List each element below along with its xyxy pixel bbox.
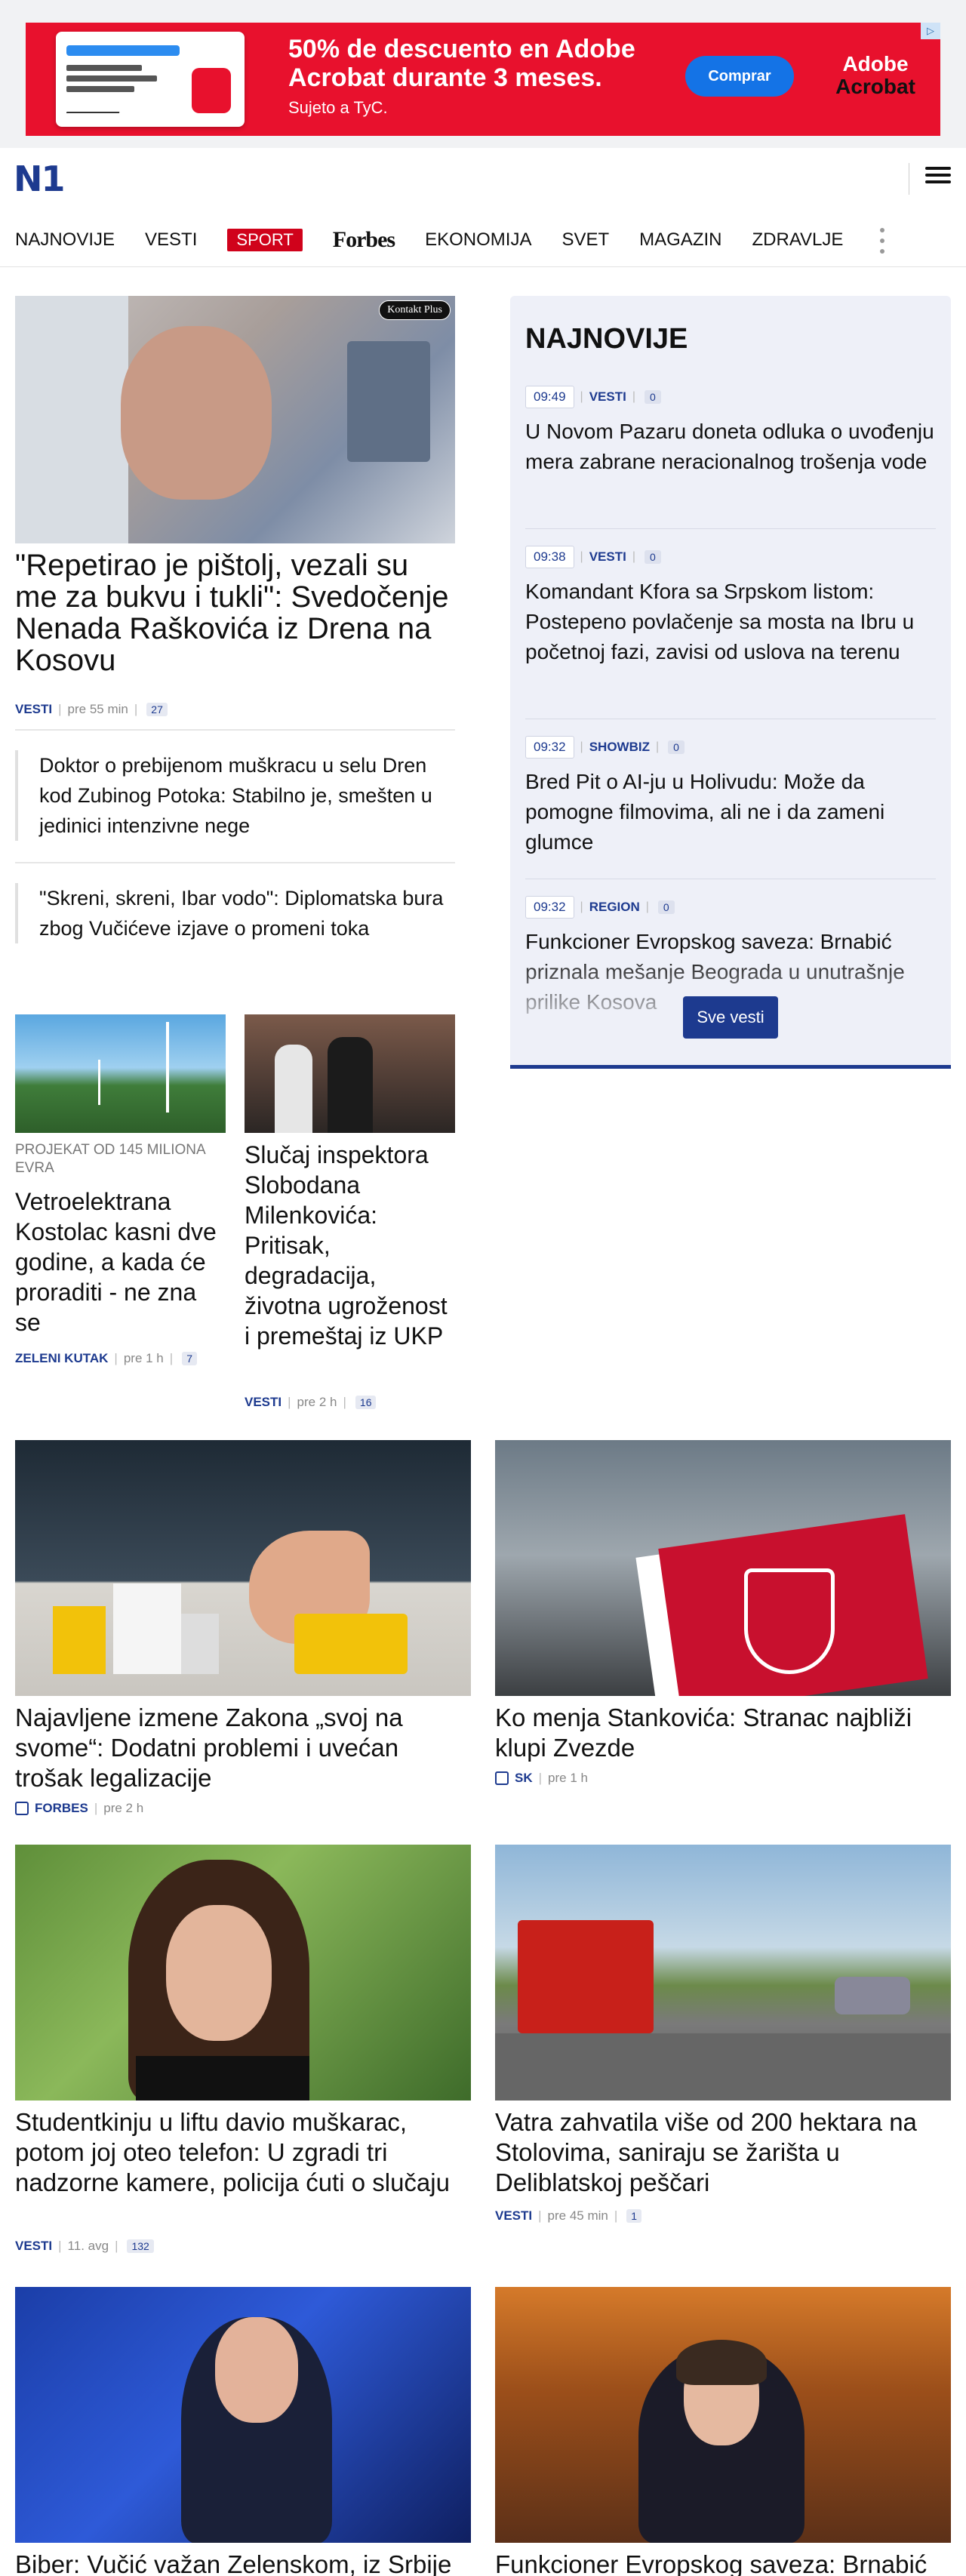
- grid-category[interactable]: VESTI: [15, 2239, 52, 2254]
- grid-time: pre 45 min: [547, 2208, 608, 2223]
- grid-image-interview[interactable]: [15, 2287, 471, 2543]
- ad-brand-line2: Acrobat: [835, 75, 915, 98]
- grid-image-student[interactable]: [15, 1845, 471, 2101]
- external-link-icon: [15, 1802, 29, 1815]
- lead-category[interactable]: VESTI: [15, 702, 52, 717]
- image-source-badge: Kontakt Plus: [379, 300, 451, 320]
- divider: [15, 862, 455, 863]
- related-story-1[interactable]: Doktor o prebijenom muškracu u selu Dren…: [15, 750, 455, 841]
- ad-document-illustration: [56, 32, 245, 127]
- grid-time: 11. avg: [67, 2239, 109, 2253]
- ad-brand-line1: Adobe: [842, 52, 909, 75]
- grid-image-flag[interactable]: [495, 1440, 951, 1696]
- comment-count-badge[interactable]: 0: [657, 900, 675, 914]
- divider: [15, 729, 455, 731]
- site-logo[interactable]: N1: [14, 158, 66, 199]
- grid-meta: FORBES | pre 2 h: [15, 1801, 143, 1816]
- vertical-dots-icon[interactable]: [880, 228, 886, 254]
- card-image-windfarm[interactable]: [15, 1014, 226, 1133]
- nav-item-magazin[interactable]: MAGAZIN: [639, 229, 721, 251]
- latest-time: 09:49: [525, 386, 574, 408]
- grid-title[interactable]: Studentkinju u liftu davio muškarac, pot…: [15, 2107, 471, 2198]
- external-link-icon: [495, 1771, 509, 1785]
- hamburger-icon[interactable]: [925, 163, 951, 190]
- grid-image-firetruck[interactable]: [495, 1845, 951, 2101]
- latest-time: 09:32: [525, 736, 574, 759]
- latest-item[interactable]: 09:49 | VESTI | 0 U Novom Pazaru doneta …: [525, 383, 936, 477]
- card-meta: ZELENI KUTAK | pre 1 h | 7: [15, 1351, 197, 1366]
- card-image-arrest[interactable]: [245, 1014, 455, 1133]
- grid-category[interactable]: FORBES: [35, 1801, 88, 1816]
- grid-title[interactable]: Vatra zahvatila više od 200 hektara na S…: [495, 2107, 951, 2198]
- ad-brand-logo: Adobe Acrobat: [823, 53, 928, 98]
- latest-category[interactable]: REGION: [589, 900, 640, 915]
- grid-image-parliament[interactable]: [495, 2287, 951, 2543]
- nav-item-sport[interactable]: SPORT: [227, 228, 303, 251]
- grid-category[interactable]: SK: [515, 1771, 533, 1786]
- latest-title[interactable]: Komandant Kfora sa Srpskom listom: Poste…: [525, 577, 936, 667]
- comment-count-badge[interactable]: 0: [668, 740, 685, 754]
- comment-count-badge[interactable]: 16: [355, 1396, 377, 1409]
- comment-count-badge[interactable]: 0: [644, 550, 661, 564]
- grid-title[interactable]: Funkcioner Evropskog saveza: Brnabić: [495, 2550, 951, 2576]
- lead-time: pre 55 min: [67, 702, 128, 716]
- latest-item[interactable]: 09:32 | SHOWBIZ | 0 Bred Pit o AI-ju u H…: [525, 734, 936, 857]
- grid-time: pre 1 h: [548, 1771, 588, 1785]
- nav-item-vesti[interactable]: VESTI: [145, 229, 197, 251]
- latest-item[interactable]: 09:38 | VESTI | 0 Komandant Kfora sa Srp…: [525, 543, 936, 667]
- comment-count-badge[interactable]: 27: [146, 703, 168, 716]
- card-time: pre 2 h: [297, 1395, 337, 1409]
- latest-category[interactable]: VESTI: [589, 389, 626, 405]
- grid-meta: VESTI | 11. avg | 132: [15, 2239, 154, 2254]
- card-time: pre 1 h: [123, 1351, 164, 1365]
- grid-category[interactable]: VESTI: [495, 2208, 532, 2224]
- latest-title[interactable]: U Novom Pazaru doneta odluka o uvođenju …: [525, 417, 936, 477]
- card-meta: VESTI | pre 2 h | 16: [245, 1395, 377, 1410]
- card-category[interactable]: VESTI: [245, 1395, 281, 1410]
- ad-choices-icon[interactable]: ▷: [921, 23, 940, 39]
- grid-title[interactable]: Biber: Vučić važan Zelenskom, iz Srbije: [15, 2550, 471, 2576]
- nav-item-svet[interactable]: SVET: [561, 229, 609, 251]
- comment-count-badge[interactable]: 7: [182, 1352, 197, 1365]
- grid-time: pre 2 h: [103, 1801, 144, 1815]
- latest-category[interactable]: VESTI: [589, 549, 626, 565]
- latest-news-panel: NAJNOVIJE 09:49 | VESTI | 0 U Novom Paza…: [510, 296, 951, 1069]
- comment-count-badge[interactable]: 1: [626, 2209, 642, 2223]
- card-title[interactable]: Vetroelektrana Kostolac kasni dve godine…: [15, 1186, 219, 1337]
- nav-item-najnovije[interactable]: NAJNOVIJE: [15, 229, 115, 251]
- nav-item-forbes[interactable]: Forbes: [333, 227, 395, 253]
- card-category[interactable]: ZELENI KUTAK: [15, 1351, 108, 1366]
- latest-category[interactable]: SHOWBIZ: [589, 740, 650, 755]
- grid-meta: VESTI | pre 45 min | 1: [495, 2208, 642, 2224]
- latest-time: 09:38: [525, 546, 574, 568]
- grid-title[interactable]: Ko menja Stankovića: Stranac najbliži kl…: [495, 1703, 951, 1763]
- related-story-2[interactable]: "Skreni, skreni, Ibar vodo": Diplomatska…: [15, 883, 455, 943]
- grid-title[interactable]: Najavljene izmene Zakona „svoj na svome“…: [15, 1703, 471, 1793]
- grid-meta: SK | pre 1 h: [495, 1771, 588, 1786]
- ad-headline: 50% de descuento en Adobe Acrobat durant…: [288, 35, 635, 92]
- card-kicker: PROJEKAT OD 145 MILIONA EVRA: [15, 1142, 205, 1176]
- latest-title[interactable]: Bred Pit o AI-ju u Holivudu: Može da pom…: [525, 767, 936, 857]
- grid-image-houses[interactable]: [15, 1440, 471, 1696]
- ad-buy-button[interactable]: Comprar: [685, 56, 794, 97]
- ad-banner-area: 50% de descuento en Adobe Acrobat durant…: [0, 0, 966, 148]
- site-header: N1: [0, 148, 966, 213]
- main-nav: NAJNOVIJE VESTI SPORT Forbes EKONOMIJA S…: [0, 213, 966, 267]
- lead-meta: VESTI | pre 55 min | 27: [15, 702, 168, 717]
- ad-banner[interactable]: 50% de descuento en Adobe Acrobat durant…: [26, 23, 940, 136]
- lead-title[interactable]: "Repetirao je pištolj, vezali su me za b…: [15, 549, 455, 676]
- comment-count-badge[interactable]: 0: [644, 390, 661, 404]
- latest-time: 09:32: [525, 896, 574, 919]
- lead-image[interactable]: Kontakt Plus: [15, 296, 455, 543]
- comment-count-badge[interactable]: 132: [127, 2239, 154, 2253]
- nav-item-ekonomija[interactable]: EKONOMIJA: [425, 229, 531, 251]
- see-all-news-button[interactable]: Sve vesti: [683, 996, 778, 1039]
- latest-heading: NAJNOVIJE: [525, 323, 688, 355]
- divider: [525, 528, 936, 529]
- nav-item-zdravlje[interactable]: ZDRAVLJE: [752, 229, 844, 251]
- ad-subline: Sujeto a TyC.: [288, 98, 388, 117]
- card-title[interactable]: Slučaj inspektora Slobodana Milenkovića:…: [245, 1140, 455, 1351]
